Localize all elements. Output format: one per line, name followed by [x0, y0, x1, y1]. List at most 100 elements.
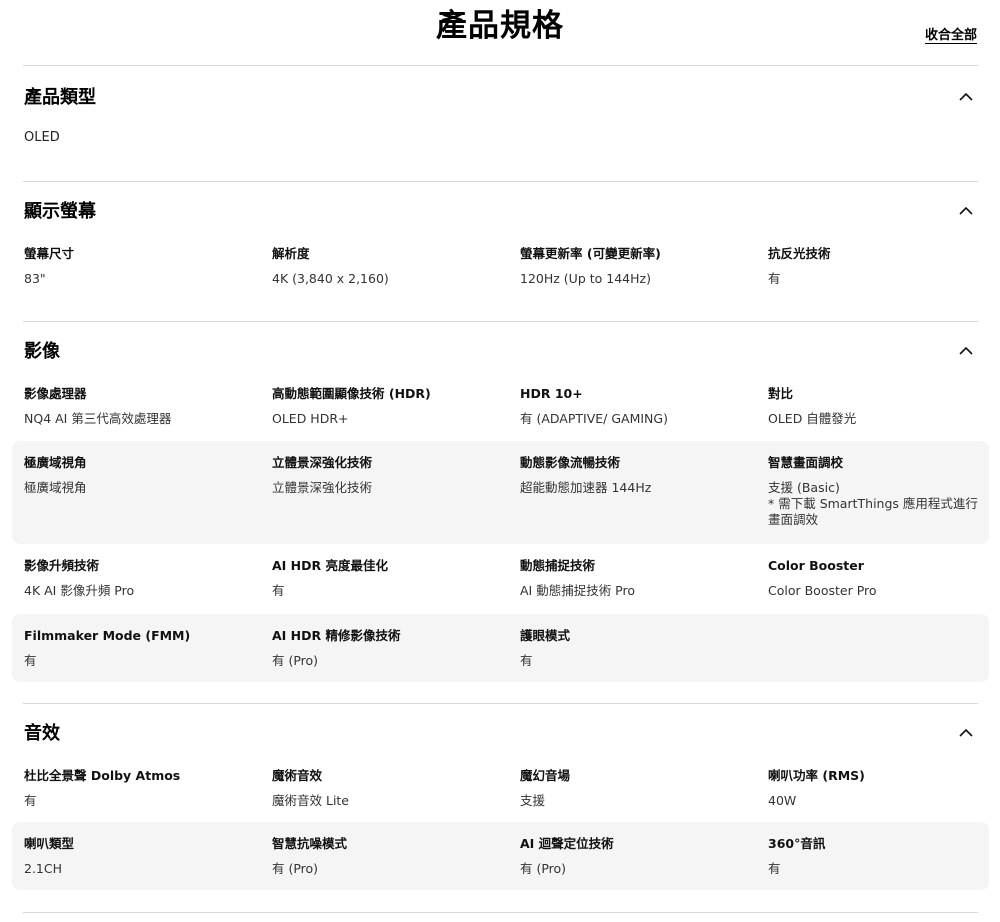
collapse-all-link[interactable]: 收合全部 [925, 24, 977, 43]
spec-label: 立體景深強化技術 [272, 455, 373, 470]
spec-value: 有 (Pro) [272, 861, 319, 876]
chevron-up-icon[interactable] [958, 203, 974, 219]
spec-label: 螢幕尺寸 [24, 246, 75, 261]
spec-value: 魔術音效 Lite [272, 793, 350, 808]
section-title-display[interactable]: 顯示螢幕 [24, 199, 96, 225]
spec-value: 超能動態加速器 144Hz [520, 480, 652, 495]
spec-cell: AI HDR 亮度最佳化有 [272, 558, 502, 599]
page-title: 產品規格 [436, 8, 564, 44]
spec-label: 動態捕捉技術 [520, 558, 596, 573]
spec-label: HDR 10+ [520, 386, 583, 401]
spec-cell: 護眼模式有 [520, 628, 750, 669]
spec-label: 喇叭類型 [24, 836, 75, 851]
spec-value: 120Hz (Up to 144Hz) [520, 271, 651, 286]
spec-value: NQ4 AI 第三代高效處理器 [24, 411, 172, 426]
section-title-product-type[interactable]: 產品類型 [24, 85, 96, 111]
spec-value: OLED HDR+ [272, 411, 349, 426]
spec-value: 立體景深強化技術 [272, 480, 373, 495]
spec-label: 影像處理器 [24, 386, 87, 401]
spec-label: 智慧抗噪模式 [272, 836, 348, 851]
spec-label: 極廣域視角 [24, 455, 87, 470]
spec-value: 有 [520, 653, 533, 668]
spec-cell: 喇叭類型 2.1CH [24, 836, 254, 877]
spec-cell: 抗反光技術有 [768, 246, 998, 287]
spec-cell: 立體景深強化技術 立體景深強化技術 [272, 455, 502, 496]
spec-value: 有 (ADAPTIVE/ GAMING) [520, 411, 668, 426]
spec-row: 影像處理器 NQ4 AI 第三代高效處理器 高動態範圍顯像技術 (HDR) OLED… [12, 376, 989, 440]
spec-cell: 對比 OLED 自體發光 [768, 386, 998, 427]
spec-value: 83" [24, 271, 46, 286]
section-title-picture[interactable]: 影像 [24, 339, 60, 365]
spec-label: 智慧畫面調校 [768, 455, 844, 470]
spec-value: 4K (3,840 x 2,160) [272, 271, 389, 286]
divider [23, 65, 978, 66]
section-title-audio[interactable]: 音效 [24, 721, 60, 747]
spec-cell: 動態影像流暢技術超能動態加速器 144Hz [520, 455, 750, 496]
spec-value: 有 (Pro) [520, 861, 567, 876]
spec-cell: 影像升頻技術 4K AI 影像升頻 Pro [24, 558, 254, 599]
spec-value: 有 [24, 653, 37, 668]
spec-value: 有 [272, 583, 285, 598]
spec-label: 影像升頻技術 [24, 558, 100, 573]
spec-row: Filmmaker Mode (FMM) 有 AI HDR 精修影像技術有 (Pr… [12, 614, 989, 682]
chevron-up-icon[interactable] [958, 89, 974, 105]
spec-cell: 動態捕捉技術 AI 動態捕捉技術 Pro [520, 558, 750, 599]
spec-cell: AI 迴聲定位技術有 (Pro) [520, 836, 750, 877]
spec-cell: 魔幻音場 支援 [520, 768, 750, 809]
spec-value: 極廣域視角 [24, 480, 87, 495]
spec-cell: Color Booster Color Booster Pro [768, 558, 998, 599]
chevron-up-icon[interactable] [958, 343, 974, 359]
spec-label: 魔術音效 [272, 768, 323, 783]
spec-label: 解析度 [272, 246, 310, 261]
spec-value: 有 [24, 793, 37, 808]
spec-value: AI 動態捕捉技術 Pro [520, 583, 636, 598]
spec-value: 有 (Pro) [272, 653, 319, 668]
divider [23, 912, 978, 913]
spec-label: 護眼模式 [520, 628, 571, 643]
spec-label: Filmmaker Mode (FMM) [24, 628, 191, 643]
spec-label: 螢幕更新率 (可變更新率) [520, 246, 661, 261]
spec-value: 支援 [520, 793, 546, 808]
spec-label: 抗反光技術 [768, 246, 831, 261]
spec-cell: 解析度 4K (3,840 x 2,160) [272, 246, 502, 287]
spec-row: 影像升頻技術 4K AI 影像升頻 Pro AI HDR 亮度最佳化有 動態捕捉技… [12, 545, 989, 611]
spec-label: 杜比全景聲 Dolby Atmos [24, 768, 181, 783]
spec-cell: 影像處理器 NQ4 AI 第三代高效處理器 [24, 386, 254, 427]
spec-cell: AI HDR 精修影像技術有 (Pro) [272, 628, 502, 669]
spec-value: 4K AI 影像升頻 Pro [24, 583, 135, 598]
divider [23, 321, 978, 322]
spec-label: AI 迴聲定位技術 [520, 836, 614, 851]
spec-label: 高動態範圍顯像技術 (HDR) [272, 386, 431, 401]
spec-cell: 魔術音效魔術音效 Lite [272, 768, 502, 809]
spec-value: OLED 自體發光 [768, 411, 857, 426]
spec-cell: 杜比全景聲 Dolby Atmos 有 [24, 768, 254, 809]
spec-label: 魔幻音場 [520, 768, 571, 783]
spec-cell: 高動態範圍顯像技術 (HDR) OLED HDR+ [272, 386, 502, 427]
spec-cell: 智慧抗噪模式有 (Pro) [272, 836, 502, 877]
product-type-value: OLED [24, 130, 60, 145]
spec-value: Color Booster Pro [768, 583, 877, 598]
spec-cell: 360°音訊有 [768, 836, 998, 877]
spec-label: 動態影像流暢技術 [520, 455, 621, 470]
spec-label: 360°音訊 [768, 836, 826, 851]
chevron-up-icon[interactable] [958, 725, 974, 741]
divider [23, 703, 978, 704]
spec-value: 40W [768, 793, 797, 808]
spec-value: 有 [768, 271, 781, 286]
spec-cell: 螢幕更新率 (可變更新率) 120Hz (Up to 144Hz) [520, 246, 750, 287]
spec-cell: 喇叭功率 (RMS) 40W [768, 768, 998, 809]
spec-label: AI HDR 亮度最佳化 [272, 558, 388, 573]
spec-row: 杜比全景聲 Dolby Atmos 有 魔術音效 魔術音效 Lite 魔幻音場 支援 … [12, 758, 989, 822]
spec-label: Color Booster [768, 558, 864, 573]
spec-label: 喇叭功率 (RMS) [768, 768, 865, 783]
spec-value: 有 [768, 861, 781, 876]
spec-cell: 極廣域視角 極廣域視角 [24, 455, 254, 496]
spec-row: 螢幕尺寸 83" 解析度 4K (3,840 x 2,160) 螢幕更新率 (可變更… [12, 236, 989, 296]
spec-value: 2.1CH [24, 861, 63, 876]
spec-row: 喇叭類型 2.1CH 智慧抗噪模式有 (Pro) AI 迴聲定位技術有 (Pro)… [12, 822, 989, 890]
spec-label: AI HDR 精修影像技術 [272, 628, 401, 643]
spec-row: 極廣域視角 極廣域視角 立體景深強化技術 立體景深強化技術 動態影像流暢技術 超能動態… [12, 441, 989, 544]
spec-label: 對比 [768, 386, 794, 401]
spec-cell: 螢幕尺寸 83" [24, 246, 254, 287]
spec-cell: HDR 10+ 有 (ADAPTIVE/ GAMING) [520, 386, 750, 427]
